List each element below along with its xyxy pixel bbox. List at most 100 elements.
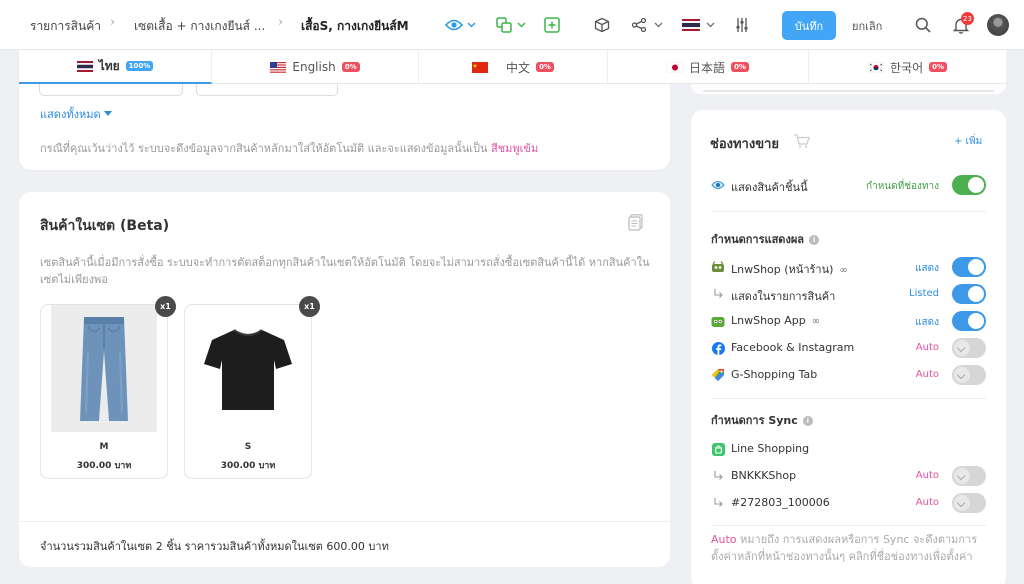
tab-label: English (292, 60, 336, 74)
completion-badge: 0% (341, 62, 360, 72)
row-value: กำหนดที่ช่องทาง (866, 181, 939, 192)
channel-label: Facebook & Instagram (731, 341, 855, 354)
tab-japanese[interactable]: 日本語 0% (608, 50, 809, 84)
chevron-down-icon[interactable] (517, 17, 526, 31)
channel-value: Auto (915, 342, 939, 353)
section-title: ช่องทางขาย (710, 137, 779, 152)
thai-flag-icon (76, 60, 93, 72)
channel-label: LnwShop (หน้าร้าน) ∞ (731, 263, 848, 276)
channel-toggle[interactable] (952, 338, 986, 358)
channel-row-line-shopping[interactable]: Line Shopping (711, 439, 986, 459)
set-products-card: สินค้าในเซต (Beta) เซตสินค้านี้เมื่อมีกา… (19, 192, 670, 567)
channel-value: Auto (915, 470, 939, 481)
chevron-down-icon[interactable] (654, 17, 663, 31)
cart-icon (794, 134, 810, 151)
notification-badge: 23 (961, 12, 974, 25)
tab-label: 한국어 (889, 60, 924, 75)
channel-row-lnwshop[interactable]: LnwShop (หน้าร้าน) ∞ แสดง (711, 257, 986, 277)
channel-value: แสดง (915, 263, 939, 274)
share-icon[interactable] (630, 13, 648, 37)
divider (711, 525, 986, 526)
show-product-row: แสดงสินค้าชิ้นนี้ กำหนดที่ช่องทาง (711, 175, 986, 195)
channel-row-gshopping[interactable]: G-Shopping Tab Auto (711, 365, 986, 385)
channel-toggle[interactable] (952, 311, 986, 331)
channel-label: G-Shopping Tab (731, 368, 818, 381)
info-icon[interactable]: i (802, 416, 813, 426)
product-price: 300.00 บาท (76, 461, 132, 471)
chevron-down-icon[interactable] (467, 17, 476, 31)
right-top-card (691, 84, 1006, 94)
channel-value: Listed (909, 288, 939, 299)
row-label: แสดงสินค้าชิ้นนี้ (731, 181, 808, 194)
channel-toggle[interactable] (952, 466, 986, 486)
tab-label: 中文 (506, 60, 531, 75)
completion-badge: 0% (929, 62, 947, 72)
link-icon: ∞ (811, 316, 821, 327)
channel-row-facebook[interactable]: Facebook & Instagram Auto (711, 338, 986, 358)
add-square-icon[interactable] (543, 13, 561, 37)
tab-label: ไทย (98, 58, 120, 73)
sales-channels-card: ช่องทางขาย + เพิ่ม แสดงสินค้าชิ้นนี้ กำห… (691, 110, 1006, 584)
text-field[interactable] (39, 84, 183, 96)
language-tabs: ไทย 100% English 0% 中文 0% 日本語 0% 한국어 0% (19, 50, 1006, 84)
tab-label: 日本語 (689, 60, 726, 75)
quantity-badge: x1 (155, 296, 176, 317)
cancel-button[interactable]: ยกเลิก (852, 17, 882, 35)
breadcrumb-current: เสื้อS, กางเกงยีนส์M (301, 19, 409, 33)
channel-label: Line Shopping (731, 442, 810, 455)
text-field[interactable] (196, 84, 338, 96)
product-size: S (244, 442, 252, 452)
channel-value: Auto (915, 497, 939, 508)
sub-arrow-icon (711, 496, 725, 510)
section-title: สินค้าในเซต (Beta) (40, 218, 170, 234)
sub-arrow-icon (711, 287, 725, 301)
tab-chinese[interactable]: 中文 0% (419, 50, 608, 84)
thai-flag-icon[interactable] (680, 13, 702, 37)
add-channel-button[interactable]: + เพิ่ม (954, 134, 982, 149)
breadcrumb-separator-icon: › (110, 15, 116, 30)
search-icon[interactable] (914, 13, 932, 37)
lnwshop-icon (711, 260, 725, 274)
channel-toggle[interactable] (952, 493, 986, 513)
breadcrumb-set[interactable]: เซตเสื้อ + กางเกงยีนส์ ... (134, 17, 265, 36)
google-shopping-icon (711, 368, 725, 382)
set-product-card[interactable]: S 300.00 บาท (184, 304, 312, 479)
document-icon[interactable] (628, 214, 643, 234)
sub-arrow-icon (711, 469, 725, 483)
auto-explanation-note: Auto หมายถึง การแสดงผลหรือการ Sync จะดึง… (711, 533, 978, 563)
avatar[interactable] (987, 14, 1009, 36)
channel-toggle[interactable] (952, 284, 986, 304)
channel-label: LnwShop App ∞ (731, 314, 821, 327)
tab-english[interactable]: English 0% (212, 50, 419, 84)
chevron-down-icon[interactable] (706, 17, 715, 31)
eye-icon (711, 178, 725, 192)
show-all-link[interactable]: แสดงทั้งหมด (40, 105, 113, 123)
set-summary-footer: จำนวนรวมสินค้าในเซต 2 ชิ้น ราคารวมสินค้า… (19, 521, 670, 567)
copy-icon[interactable] (494, 13, 514, 37)
divider (711, 398, 986, 399)
tab-korean[interactable]: 한국어 0% (809, 50, 1006, 84)
eye-icon[interactable] (444, 13, 464, 37)
channel-row-bnkkkshop[interactable]: BNKKKShop Auto (711, 466, 986, 486)
channel-toggle[interactable] (952, 365, 986, 385)
breadcrumb-separator-icon: › (278, 15, 284, 30)
channel-row-lnwshop-app[interactable]: LnwShop App ∞ แสดง (711, 311, 986, 331)
product-size: M (99, 442, 109, 452)
channel-row-shop-id[interactable]: #272803_100006 Auto (711, 493, 986, 513)
quantity-badge: x1 (299, 296, 320, 317)
product-price: 300.00 บาท (220, 461, 276, 471)
info-icon[interactable]: i (809, 235, 820, 245)
channel-toggle[interactable] (952, 257, 986, 277)
save-button[interactable]: บันทึก (782, 11, 836, 40)
us-flag-icon (270, 61, 287, 73)
set-product-card[interactable]: M 300.00 บาท (40, 304, 168, 479)
tab-thai[interactable]: ไทย 100% (19, 50, 212, 84)
breadcrumb-products[interactable]: รายการสินค้า (30, 17, 101, 36)
box-icon[interactable] (593, 13, 611, 37)
lnwshop-app-icon (711, 314, 725, 328)
korea-flag-icon (867, 61, 885, 73)
channel-row-listing[interactable]: แสดงในรายการสินค้า Listed (711, 284, 986, 304)
show-product-toggle[interactable] (952, 175, 986, 195)
completion-badge: 0% (731, 62, 749, 72)
sliders-icon[interactable] (733, 13, 751, 37)
